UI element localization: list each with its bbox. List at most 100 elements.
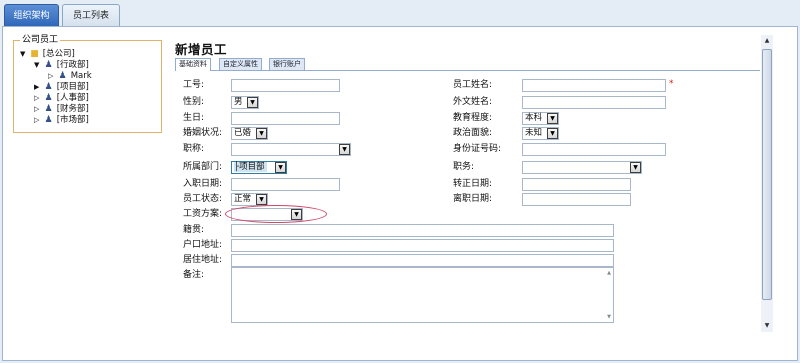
form-title: 新增员工 bbox=[175, 42, 228, 57]
tree-node-label: Mark bbox=[70, 71, 92, 81]
tree-node-label: [项目部] bbox=[56, 82, 89, 92]
leave-date-label: 离职日期: bbox=[453, 194, 493, 204]
scroll-down-icon[interactable]: ▼ bbox=[761, 320, 773, 332]
birthday-input[interactable] bbox=[231, 112, 340, 125]
dropdown-arrow-icon[interactable]: ▼ bbox=[256, 128, 267, 139]
tree-legend: 公司员工 bbox=[20, 34, 61, 46]
department-label: 所属部门: bbox=[183, 162, 223, 172]
tree-node-root[interactable]: ▼ ■ [总公司] bbox=[20, 49, 75, 60]
expanded-icon[interactable]: ▼ bbox=[34, 60, 43, 71]
job-title-select[interactable]: ▼ bbox=[231, 143, 351, 156]
political-select[interactable]: 未知 ▼ bbox=[522, 127, 559, 140]
collapsed-icon[interactable]: ▶ bbox=[34, 82, 43, 93]
position-label: 职务: bbox=[453, 162, 475, 172]
tab-employee-list[interactable]: 员工列表 bbox=[62, 4, 120, 27]
gender-value: 男 bbox=[234, 97, 243, 107]
person-icon: ♟ bbox=[58, 71, 67, 81]
education-select[interactable]: 本科 ▼ bbox=[522, 112, 559, 125]
department-icon: ♟ bbox=[44, 60, 53, 70]
regular-date-input[interactable] bbox=[522, 178, 631, 191]
department-icon: ♟ bbox=[44, 93, 53, 103]
dropdown-arrow-icon[interactable]: ▼ bbox=[630, 162, 641, 173]
status-value: 正常 bbox=[234, 194, 252, 204]
collapsed-icon[interactable]: ▷ bbox=[34, 93, 43, 104]
subtab-custom-attributes[interactable]: 自定义属性 bbox=[219, 58, 262, 70]
tree-node-label: [财务部] bbox=[56, 104, 89, 114]
dropdown-arrow-icon[interactable]: ▼ bbox=[256, 194, 267, 205]
tree-node-market[interactable]: ▷ ♟ [市场部] bbox=[34, 115, 89, 126]
remark-textarea[interactable]: ▲ ▼ bbox=[231, 267, 614, 323]
company-tree: 公司员工 ▼ ■ [总公司] ▼ ♟ [行政部] ▷ ♟ Mark ▶ ♟ [项目部] … bbox=[13, 34, 162, 133]
marital-value: 已婚 bbox=[234, 128, 252, 138]
job-title-label: 职称: bbox=[183, 144, 205, 154]
leave-date-input[interactable] bbox=[522, 193, 631, 206]
name-input[interactable] bbox=[522, 79, 666, 92]
hire-date-label: 入职日期: bbox=[183, 179, 223, 189]
tree-node-admin[interactable]: ▼ ♟ [行政部] bbox=[34, 60, 89, 71]
collapsed-icon[interactable]: ▷ bbox=[48, 71, 57, 82]
tree-node-label: [行政部] bbox=[56, 60, 89, 70]
political-value: 未知 bbox=[525, 128, 543, 138]
vertical-scrollbar[interactable]: ▲ ▼ bbox=[761, 35, 773, 332]
residence-input[interactable] bbox=[231, 254, 614, 267]
department-icon: ♟ bbox=[44, 115, 53, 125]
department-value: ├项目部 bbox=[234, 162, 267, 172]
scroll-down-icon[interactable]: ▼ bbox=[607, 314, 611, 320]
education-value: 本科 bbox=[525, 113, 543, 123]
household-label: 户口地址: bbox=[183, 240, 223, 250]
dropdown-arrow-icon[interactable]: ▼ bbox=[275, 162, 286, 173]
scroll-up-icon[interactable]: ▲ bbox=[761, 35, 773, 47]
native-place-label: 籍贯: bbox=[183, 225, 205, 235]
regular-date-label: 转正日期: bbox=[453, 179, 493, 189]
id-card-label: 身份证号码: bbox=[453, 144, 502, 154]
household-input[interactable] bbox=[231, 239, 614, 252]
foreign-name-label: 外文姓名: bbox=[453, 97, 493, 107]
marital-label: 婚姻状况: bbox=[183, 128, 223, 138]
tree-node-finance[interactable]: ▷ ♟ [财务部] bbox=[34, 104, 89, 115]
collapsed-icon[interactable]: ▷ bbox=[34, 115, 43, 126]
id-card-input[interactable] bbox=[522, 143, 666, 156]
marital-select[interactable]: 已婚 ▼ bbox=[231, 127, 268, 140]
tab-org-structure[interactable]: 组织架构 bbox=[4, 4, 59, 27]
emp-no-label: 工号: bbox=[183, 80, 205, 90]
tree-node-project[interactable]: ▶ ♟ [项目部] bbox=[34, 82, 89, 93]
tree-node-hr[interactable]: ▷ ♟ [人事部] bbox=[34, 93, 89, 104]
scroll-up-icon[interactable]: ▲ bbox=[607, 270, 611, 276]
tree-node-label: [市场部] bbox=[56, 115, 89, 125]
dropdown-arrow-icon[interactable]: ▼ bbox=[339, 144, 350, 155]
hire-date-input[interactable] bbox=[231, 178, 340, 191]
remark-label: 备注: bbox=[183, 270, 205, 280]
foreign-name-input[interactable] bbox=[522, 96, 666, 109]
dropdown-arrow-icon[interactable]: ▼ bbox=[547, 128, 558, 139]
name-label: 员工姓名: bbox=[453, 80, 493, 90]
tree-node-label: [人事部] bbox=[56, 93, 89, 103]
emp-no-input[interactable] bbox=[231, 79, 340, 92]
form-subtabs: 基础资料 自定义属性 银行账户 bbox=[175, 57, 760, 71]
department-select[interactable]: ├项目部 ▼ bbox=[231, 161, 287, 174]
department-icon: ♟ bbox=[44, 82, 53, 92]
collapsed-icon[interactable]: ▷ bbox=[34, 104, 43, 115]
status-select[interactable]: 正常 ▼ bbox=[231, 193, 268, 206]
main-panel: 公司员工 ▼ ■ [总公司] ▼ ♟ [行政部] ▷ ♟ Mark ▶ ♟ [项目部] … bbox=[2, 26, 798, 361]
expanded-icon[interactable]: ▼ bbox=[20, 49, 29, 60]
highlight-ellipse bbox=[225, 205, 327, 223]
native-place-input[interactable] bbox=[231, 224, 614, 237]
gender-select[interactable]: 男 ▼ bbox=[231, 96, 259, 109]
political-label: 政治面貌: bbox=[453, 128, 493, 138]
salary-plan-label: 工资方案: bbox=[183, 209, 223, 219]
folder-icon: ■ bbox=[30, 49, 39, 59]
department-icon: ♟ bbox=[44, 104, 53, 114]
tree-node-label: [总公司] bbox=[42, 49, 75, 59]
subtab-basic-info[interactable]: 基础资料 bbox=[175, 58, 211, 71]
status-label: 员工状态: bbox=[183, 194, 223, 204]
gender-label: 性别: bbox=[183, 97, 205, 107]
scrollbar-thumb[interactable] bbox=[762, 49, 772, 300]
residence-label: 居住地址: bbox=[183, 255, 223, 265]
birthday-label: 生日: bbox=[183, 113, 205, 123]
required-marker: * bbox=[669, 79, 674, 89]
subtab-bank-account[interactable]: 银行账户 bbox=[269, 58, 305, 70]
position-select[interactable]: ▼ bbox=[522, 161, 642, 174]
dropdown-arrow-icon[interactable]: ▼ bbox=[547, 113, 558, 124]
tree-node-mark[interactable]: ▷ ♟ Mark bbox=[48, 71, 92, 82]
dropdown-arrow-icon[interactable]: ▼ bbox=[247, 97, 258, 108]
